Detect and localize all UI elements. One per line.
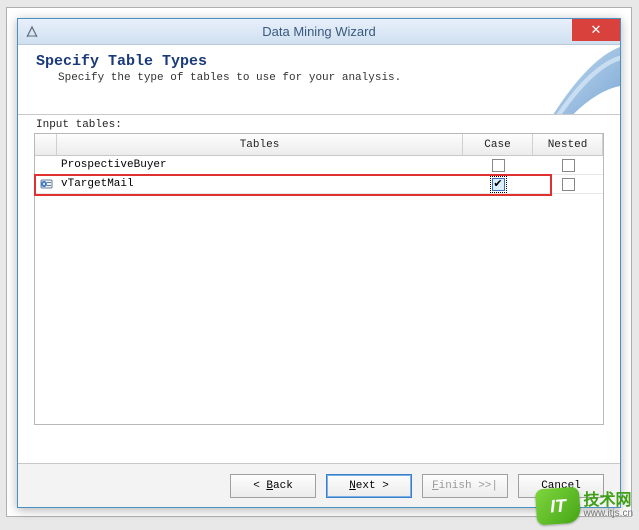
header-graphic-icon — [540, 45, 620, 115]
body-area: Input tables: Tables Case Nested Prospec… — [18, 115, 620, 425]
col-case[interactable]: Case — [463, 134, 533, 155]
wizard-header: Specify Table Types Specify the type of … — [18, 45, 620, 115]
nested-checkbox[interactable] — [562, 178, 575, 191]
input-tables-grid: Tables Case Nested ProspectiveBuyer — [34, 133, 604, 425]
cancel-button[interactable]: Cancel — [518, 474, 604, 498]
page-title: Specify Table Types — [36, 53, 602, 70]
col-nested[interactable]: Nested — [533, 134, 603, 155]
table-name-cell: ProspectiveBuyer — [57, 156, 463, 174]
next-button[interactable]: Next > — [326, 474, 412, 498]
table-row[interactable]: vTargetMail ✔ — [35, 175, 603, 194]
close-icon: ✕ — [591, 22, 602, 38]
case-checkbox[interactable]: ✔ — [492, 178, 505, 191]
row-icon — [35, 156, 57, 174]
back-button[interactable]: < Back — [230, 474, 316, 498]
table-name-cell: vTargetMail — [57, 175, 463, 193]
titlebar[interactable]: Data Mining Wizard ✕ — [18, 19, 620, 45]
finish-button: Finish >>| — [422, 474, 508, 498]
table-header: Tables Case Nested — [35, 134, 603, 156]
col-tables[interactable]: Tables — [57, 134, 463, 155]
wizard-window: Data Mining Wizard ✕ Specify Table Types… — [17, 18, 621, 508]
nested-checkbox[interactable] — [562, 159, 575, 172]
app-icon — [24, 24, 40, 40]
case-checkbox[interactable] — [492, 159, 505, 172]
close-button[interactable]: ✕ — [572, 19, 620, 41]
table-row[interactable]: ProspectiveBuyer — [35, 156, 603, 175]
input-tables-label: Input tables: — [34, 119, 604, 131]
wizard-footer: < Back Next > Finish >>| Cancel — [18, 463, 620, 507]
window-title: Data Mining Wizard — [18, 24, 620, 39]
page-subtitle: Specify the type of tables to use for yo… — [36, 72, 602, 84]
col-icon — [35, 134, 57, 155]
row-icon — [35, 175, 57, 193]
